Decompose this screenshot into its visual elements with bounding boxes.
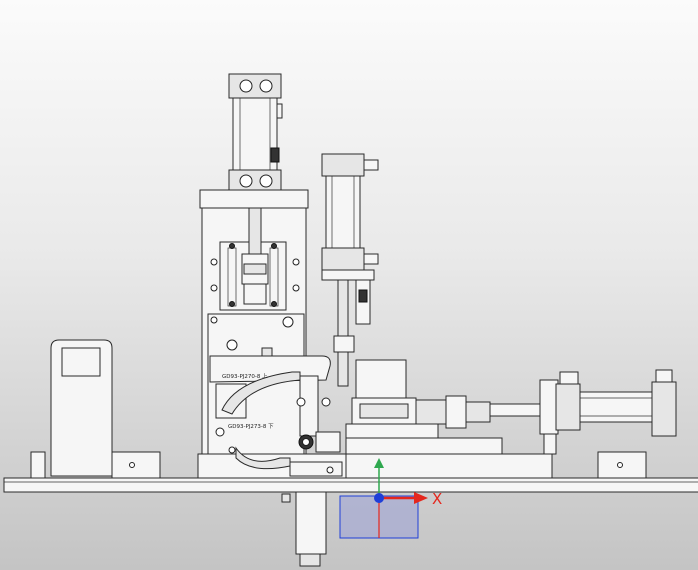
base-plate[interactable] [3, 477, 698, 493]
left-bracket[interactable] [111, 451, 161, 479]
cad-model-view[interactable]: GD93-PJ270-8 上 GD93-PJ273-8 下 X [0, 0, 698, 570]
secondary-air-cylinder[interactable] [321, 153, 379, 387]
slide-module[interactable] [345, 359, 553, 479]
bottom-shaft[interactable] [281, 491, 327, 567]
triad-x-arrow [414, 492, 428, 504]
cad-viewport[interactable]: GD93-PJ270-8 上 GD93-PJ273-8 下 X [0, 0, 698, 570]
upper-air-cylinder[interactable] [228, 73, 283, 193]
lower-part-label: GD93-PJ273-8 下 [228, 423, 274, 430]
triad-x-label: X [432, 490, 442, 508]
upper-part-label: GD93-PJ270-8 上 [222, 372, 268, 380]
triad-origin [374, 493, 384, 503]
control-box[interactable] [30, 339, 113, 479]
